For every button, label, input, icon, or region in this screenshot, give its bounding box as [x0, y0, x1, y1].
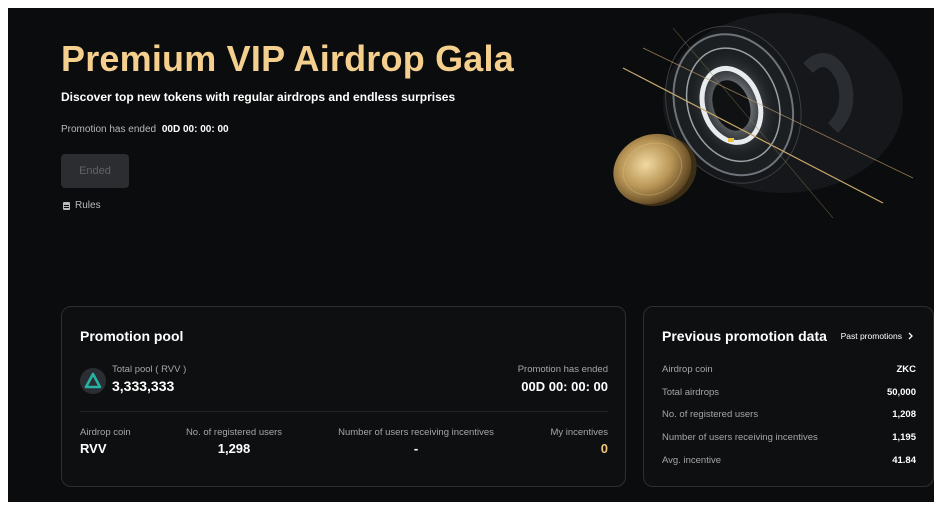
document-icon — [63, 201, 70, 210]
chevron-right-icon — [908, 332, 913, 340]
pool-timer: 00D 00: 00: 00 — [521, 379, 608, 394]
promotion-pool-card: Promotion pool Total pool ( RVV ) 3,333,… — [61, 306, 626, 487]
prev-row: Total airdrops 50,000 — [662, 387, 916, 398]
stat-label: Number of users receiving incentives — [338, 427, 494, 438]
stat-value: 0 — [600, 441, 608, 456]
prev-row: Number of users receiving incentives 1,1… — [662, 432, 916, 443]
pool-ended-label: Promotion has ended — [517, 364, 608, 375]
prev-row-label: No. of registered users — [662, 409, 759, 420]
airdrop-page: Premium VIP Airdrop Gala Discover top ne… — [8, 8, 934, 502]
ended-button[interactable]: Ended — [61, 154, 129, 188]
prev-row-value: 50,000 — [886, 387, 916, 398]
prev-row-value: 41.84 — [892, 455, 916, 466]
prev-row: Avg. incentive 41.84 — [662, 455, 916, 466]
countdown-value: 00D 00: 00: 00 — [161, 124, 229, 135]
past-promotions-link[interactable]: Past promotions — [841, 331, 913, 341]
prev-row-value: ZKC — [896, 364, 916, 375]
total-pool-value: 3,333,333 — [112, 378, 175, 394]
prev-row-value: 1,208 — [892, 409, 916, 420]
prev-row-label: Airdrop coin — [662, 364, 713, 375]
countdown-label: Promotion has ended — [61, 124, 157, 135]
prev-row: No. of registered users 1,208 — [662, 409, 916, 420]
divider — [80, 411, 608, 412]
stat-label: Airdrop coin — [80, 427, 131, 438]
promotion-pool-title: Promotion pool — [80, 328, 184, 344]
page-title: Premium VIP Airdrop Gala — [61, 38, 514, 79]
page-subtitle: Discover top new tokens with regular air… — [61, 90, 456, 104]
stat-users-receiving: Number of users receiving incentives - — [338, 427, 494, 456]
stat-my-incentives: My incentives 0 — [550, 427, 608, 456]
prev-row-label: Avg. incentive — [662, 455, 721, 466]
stat-label: My incentives — [550, 427, 608, 438]
prev-row-label: Total airdrops — [662, 387, 720, 398]
stat-value: 1,298 — [217, 441, 251, 456]
token-logo-icon — [80, 368, 106, 394]
stat-registered-users: No. of registered users 1,298 — [186, 427, 282, 456]
prev-row-label: Number of users receiving incentives — [662, 432, 818, 443]
stat-value: - — [413, 441, 419, 456]
stat-airdrop-coin: Airdrop coin RVV — [80, 427, 131, 456]
stat-label: No. of registered users — [185, 427, 283, 438]
prev-row: Airdrop coin ZKC — [662, 364, 916, 375]
rules-label: Rules — [75, 200, 101, 211]
coin-illustration — [583, 8, 923, 238]
countdown: Promotion has ended 00D 00: 00: 00 — [61, 124, 229, 135]
total-pool-label: Total pool ( RVV ) — [112, 364, 187, 375]
previous-promotion-title: Previous promotion data — [662, 328, 827, 344]
stat-value: RVV — [80, 441, 107, 456]
past-promotions-label: Past promotions — [840, 331, 902, 341]
rules-link[interactable]: Rules — [63, 200, 101, 211]
previous-promotion-card: Previous promotion data Past promotions … — [643, 306, 934, 487]
prev-row-value: 1,195 — [892, 432, 916, 443]
